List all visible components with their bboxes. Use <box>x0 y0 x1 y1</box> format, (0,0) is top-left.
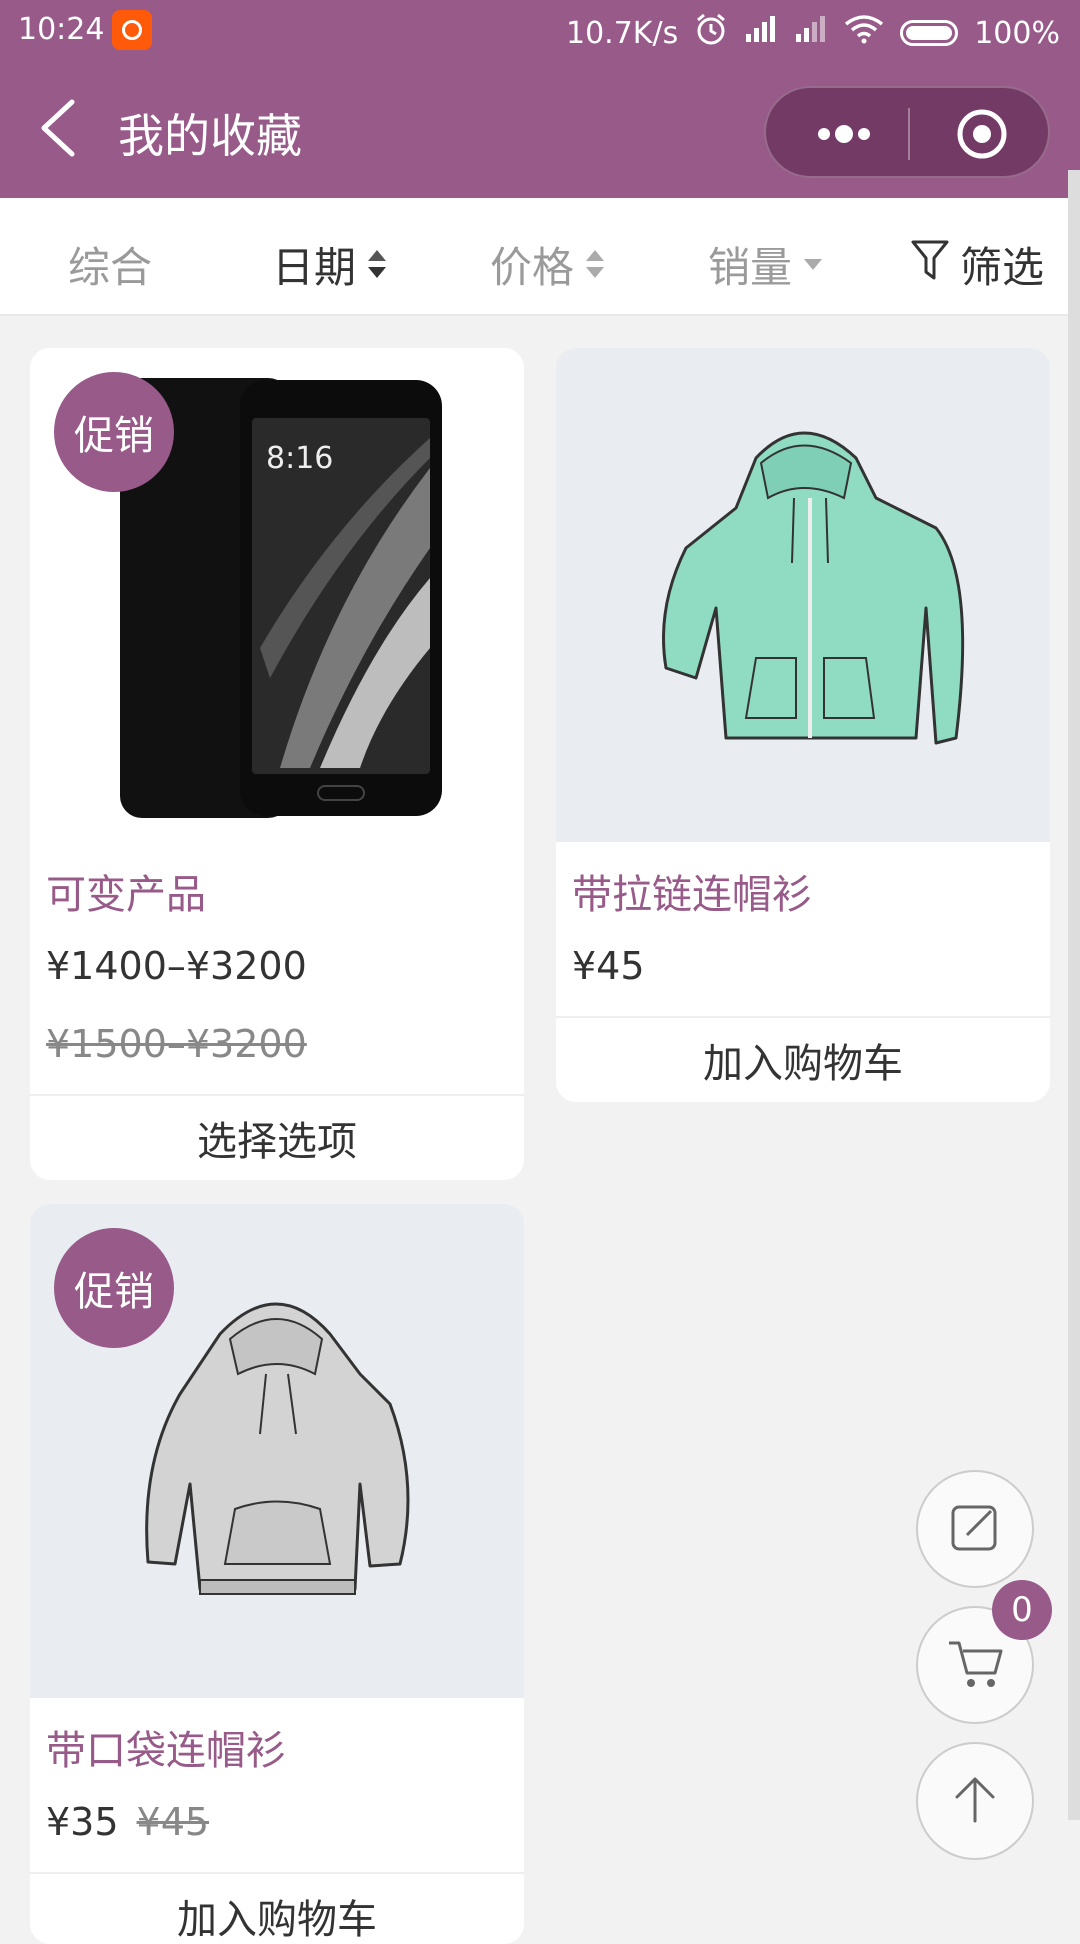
alarm-icon <box>694 12 728 54</box>
sort-arrows-icon <box>586 248 605 282</box>
product-image[interactable] <box>556 348 1050 842</box>
cart-icon <box>945 1635 1005 1695</box>
product-name[interactable]: 带拉链连帽衫 <box>556 842 1050 920</box>
product-image[interactable]: 8:16 促销 <box>30 348 524 842</box>
filter-price[interactable]: 价格 <box>490 234 605 295</box>
page-title: 我的收藏 <box>118 109 302 163</box>
add-to-cart-button[interactable]: 加入购物车 <box>30 1872 524 1944</box>
product-card[interactable]: 促销 带口袋连帽衫 ¥35 ¥45 加入购物车 <box>30 1204 524 1944</box>
product-price: ¥1400–¥3200 <box>46 944 307 988</box>
filter-label: 价格 <box>490 243 575 292</box>
funnel-icon <box>910 238 950 292</box>
product-card[interactable]: 带拉链连帽衫 ¥45 加入购物车 <box>556 348 1050 1102</box>
product-original-price: ¥1500–¥3200 <box>46 1022 307 1066</box>
product-name[interactable]: 可变产品 <box>30 842 524 920</box>
zip-hoodie-image <box>662 431 965 745</box>
filter-comprehensive[interactable]: 综合 <box>68 234 152 295</box>
filter-bar: 综合 日期 价格 销量 筛选 <box>0 198 1080 316</box>
product-price: ¥35 <box>46 1800 119 1844</box>
edit-button[interactable] <box>916 1470 1034 1588</box>
filter-button[interactable]: 筛选 <box>910 234 1044 295</box>
capsule-divider <box>908 108 910 160</box>
arrow-up-icon <box>947 1771 1003 1831</box>
scrollbar[interactable] <box>1068 170 1080 1820</box>
add-to-cart-button[interactable]: 加入购物车 <box>556 1016 1050 1102</box>
filter-label: 综合 <box>68 243 153 292</box>
nav-bar: 我的收藏 <box>0 60 1080 198</box>
select-options-button[interactable]: 选择选项 <box>30 1094 524 1180</box>
battery-icon <box>900 20 959 46</box>
sort-arrows-icon <box>368 248 387 282</box>
close-miniapp-icon[interactable] <box>942 108 1022 160</box>
edit-icon <box>947 1499 1003 1559</box>
product-price-row: ¥35 ¥45 <box>30 1776 524 1844</box>
back-arrow-icon[interactable] <box>32 96 92 160</box>
signal-icon <box>744 14 778 52</box>
app-notification-icon <box>112 10 152 50</box>
product-image[interactable]: 促销 <box>30 1204 524 1698</box>
filter-label: 日期 <box>272 243 357 292</box>
status-time: 10:24 <box>18 12 105 47</box>
product-card[interactable]: 8:16 促销 可变产品 ¥1400–¥3200 ¥1500–¥3200 选择选… <box>30 348 524 1180</box>
svg-text:8:16: 8:16 <box>266 441 333 476</box>
caret-down-icon <box>804 259 823 270</box>
promo-badge: 促销 <box>54 372 174 492</box>
cart-count-badge: 0 <box>992 1580 1052 1640</box>
product-name[interactable]: 带口袋连帽衫 <box>30 1698 524 1776</box>
filter-label: 销量 <box>708 243 793 292</box>
battery-level: 100% <box>974 15 1060 51</box>
product-price: ¥45 <box>572 944 645 988</box>
wifi-icon <box>844 14 884 52</box>
filter-label: 筛选 <box>960 243 1045 292</box>
miniapp-capsule <box>764 86 1050 178</box>
status-bar: 10:24 10.7K/s 100% <box>0 0 1080 60</box>
filter-sales[interactable]: 销量 <box>708 234 823 295</box>
filter-date[interactable]: 日期 <box>272 234 387 295</box>
status-right: 10.7K/s 100% <box>566 12 1060 54</box>
net-speed: 10.7K/s <box>566 15 679 51</box>
back-to-top-button[interactable] <box>916 1742 1034 1860</box>
product-original-price: ¥45 <box>136 1800 210 1844</box>
promo-badge: 促销 <box>54 1228 174 1348</box>
more-dots-icon[interactable] <box>802 108 882 160</box>
signal-weak-icon <box>794 14 828 52</box>
